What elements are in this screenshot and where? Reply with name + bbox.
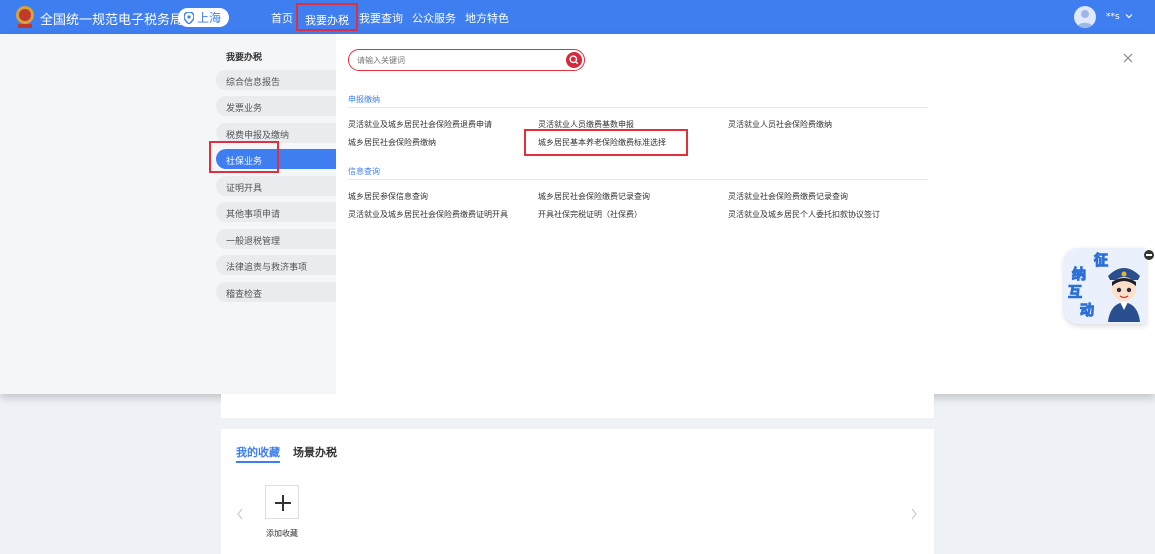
section-title-inquiry: 信息查询 bbox=[348, 167, 380, 176]
link-flexible-payment[interactable]: 灵活就业人员社会保险费缴纳 bbox=[728, 119, 832, 130]
mascot-char: 互 bbox=[1068, 285, 1083, 302]
nav-tax-handling[interactable]: 我要办税 bbox=[296, 3, 358, 31]
highlight-pension-standard bbox=[524, 129, 688, 156]
officer-mascot-icon bbox=[1108, 268, 1140, 322]
mascot-close-icon[interactable] bbox=[1144, 250, 1154, 260]
link-tax-clearance-certificate[interactable]: 开具社保完税证明（社保费） bbox=[538, 209, 642, 220]
tab-my-favorites[interactable]: 我的收藏 bbox=[236, 444, 280, 460]
section-divider bbox=[348, 107, 928, 108]
nav-local-features[interactable]: 地方特色 bbox=[465, 10, 509, 26]
search-icon bbox=[569, 55, 579, 65]
search-button[interactable] bbox=[566, 52, 582, 68]
location-pin-icon bbox=[184, 11, 194, 24]
tax-handling-dropdown: 我要办税 综合信息报告 发票业务 税费申报及缴纳 社保业务 证明开具 其他事项申… bbox=[0, 34, 1155, 394]
site-title[interactable]: 全国统一规范电子税务局 bbox=[40, 9, 183, 28]
menu-item-certificate[interactable]: 证明开具 bbox=[216, 176, 336, 196]
menu-item-tax-refund[interactable]: 一般退税管理 bbox=[216, 229, 336, 249]
link-refund-application[interactable]: 灵活就业及城乡居民社会保险费退费申请 bbox=[348, 119, 492, 130]
menu-item-other-application[interactable]: 其他事项申请 bbox=[216, 202, 336, 222]
menu-item-inspection[interactable]: 稽查检查 bbox=[216, 282, 336, 302]
interaction-mascot[interactable]: 征 纳 互 动 bbox=[1064, 248, 1146, 324]
plus-icon bbox=[275, 495, 291, 511]
menu-item-info-report[interactable]: 综合信息报告 bbox=[216, 70, 336, 90]
link-payment-certificate[interactable]: 灵活就业及城乡居民社会保险费缴费证明开具 bbox=[348, 209, 508, 220]
add-favorite-label: 添加收藏 bbox=[266, 529, 298, 538]
close-icon[interactable] bbox=[1122, 52, 1134, 64]
tab-scenario-tax[interactable]: 场景办税 bbox=[293, 444, 337, 460]
menu-item-invoice[interactable]: 发票业务 bbox=[216, 96, 336, 116]
highlight-social-insurance bbox=[209, 141, 279, 173]
tax-emblem-icon[interactable] bbox=[14, 5, 36, 29]
link-resident-payment[interactable]: 城乡居民社会保险费缴纳 bbox=[348, 137, 436, 148]
keyword-search bbox=[348, 49, 585, 71]
section-divider bbox=[348, 179, 928, 180]
link-flexible-payment-records[interactable]: 灵活就业社会保险费缴费记录查询 bbox=[728, 191, 848, 202]
nav-public-service[interactable]: 公众服务 bbox=[412, 10, 456, 26]
link-resident-payment-records[interactable]: 城乡居民社会保险缴费记录查询 bbox=[538, 191, 650, 202]
chevron-left-icon[interactable] bbox=[236, 508, 244, 520]
link-debit-agreement[interactable]: 灵活就业及城乡居民个人委托扣款协议签订 bbox=[728, 209, 880, 220]
nav-inquiry[interactable]: 我要查询 bbox=[359, 10, 403, 26]
region-selector[interactable]: 上海 bbox=[178, 8, 230, 27]
username[interactable]: **s bbox=[1106, 12, 1120, 22]
chevron-down-icon[interactable] bbox=[1125, 12, 1133, 20]
top-header: 全国统一规范电子税务局 上海 首页 我要办税 我要查询 公众服务 地方特色 **… bbox=[0, 0, 1155, 34]
mascot-char: 动 bbox=[1080, 303, 1095, 320]
region-label: 上海 bbox=[197, 11, 222, 25]
user-icon bbox=[1077, 10, 1093, 28]
chevron-right-icon[interactable] bbox=[910, 508, 918, 520]
add-favorite-button[interactable] bbox=[265, 485, 299, 519]
section-title-declaration: 申报缴纳 bbox=[348, 95, 380, 104]
nav-home[interactable]: 首页 bbox=[271, 10, 293, 26]
search-input[interactable] bbox=[357, 54, 557, 66]
user-avatar[interactable] bbox=[1074, 6, 1096, 28]
active-tab-indicator bbox=[236, 461, 280, 463]
menu-item-legal-remedy[interactable]: 法律追责与救济事项 bbox=[216, 255, 336, 275]
link-enrollment-inquiry[interactable]: 城乡居民参保信息查询 bbox=[348, 191, 428, 202]
content-card bbox=[221, 394, 934, 418]
menu-item-declaration[interactable]: 税费申报及缴纳 bbox=[216, 123, 336, 143]
sidebar-title: 我要办税 bbox=[226, 53, 263, 63]
mascot-char: 纳 bbox=[1072, 267, 1087, 284]
